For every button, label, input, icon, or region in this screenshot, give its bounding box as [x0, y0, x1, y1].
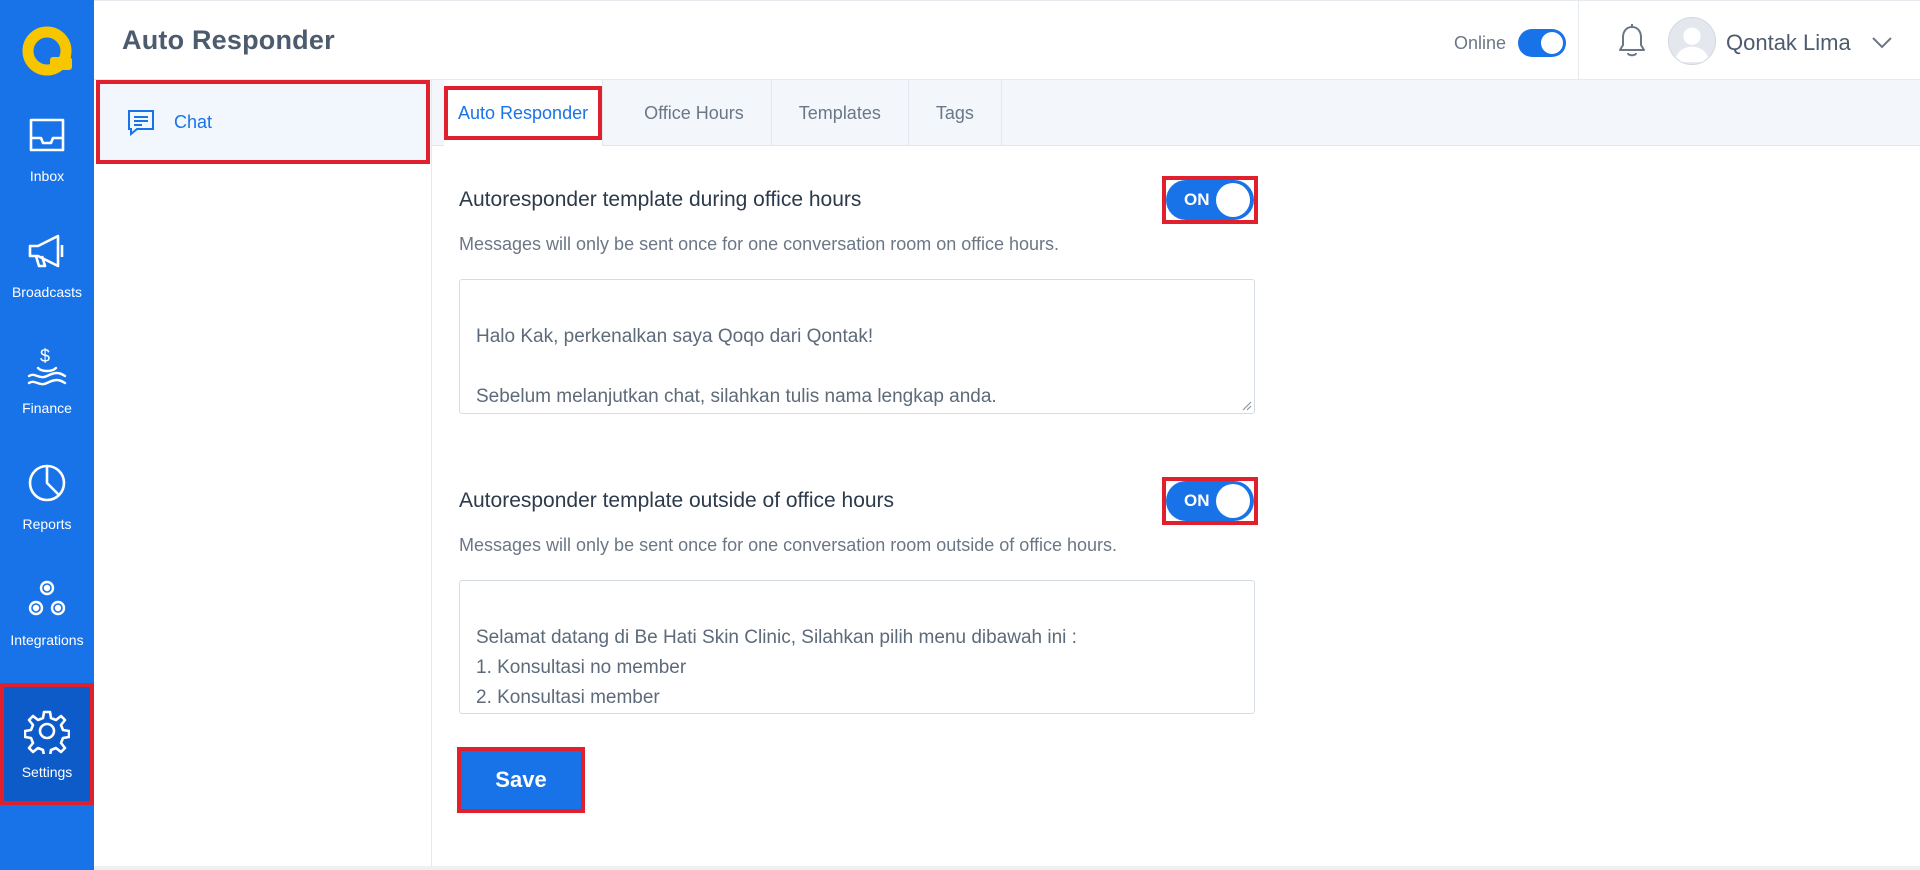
qontak-logo-icon[interactable] [20, 24, 74, 78]
settings-tabs: Auto Responder Office Hours Templates Ta… [432, 80, 1920, 146]
outside-hours-toggle-track: ON [1166, 481, 1254, 521]
chat-icon [128, 110, 154, 137]
avatar-placeholder-icon [1674, 27, 1710, 63]
avatar[interactable] [1668, 17, 1716, 65]
tab-tags[interactable]: Tags [909, 80, 1002, 146]
bottom-divider [94, 866, 1920, 870]
gear-icon [24, 710, 70, 754]
finance-icon: $ [27, 346, 67, 386]
office-hours-toggle-track: ON [1166, 180, 1254, 220]
tab-templates[interactable]: Templates [772, 80, 909, 146]
header-divider [1578, 1, 1579, 81]
online-status: Online [1454, 29, 1567, 57]
tab-tags-label: Tags [935, 102, 974, 123]
nav-settings[interactable]: Settings [0, 683, 94, 805]
tab-office-hours[interactable]: Office Hours [617, 80, 772, 146]
office-hours-toggle-label: ON [1184, 190, 1210, 209]
office-hours-toggle-knob [1216, 183, 1250, 217]
nav-finance[interactable]: $ Finance [0, 322, 94, 438]
outside-hours-message-textarea[interactable]: Selamat datang di Be Hati Skin Clinic, S… [459, 580, 1255, 714]
tab-auto-responder[interactable]: Auto Responder [444, 80, 604, 146]
outside-hours-toggle-label: ON [1184, 491, 1210, 510]
settings-subnav: Chat [94, 80, 432, 870]
chevron-down-icon[interactable] [1870, 33, 1894, 51]
nav-reports[interactable]: Reports [0, 438, 94, 554]
online-toggle[interactable] [1518, 29, 1567, 57]
office-hours-section-title: Autoresponder template during office hou… [459, 188, 862, 211]
nav-integrations[interactable]: Integrations [0, 554, 94, 670]
nav-integrations-label: Integrations [10, 632, 84, 648]
pie-chart-icon [28, 464, 66, 502]
outside-hours-toggle[interactable]: ON [1162, 477, 1258, 525]
main-nav-rail: Inbox Broadcasts $ Finance Reports Integ… [0, 0, 94, 870]
office-hours-message-text: Halo Kak, perkenalkan saya Qoqo dari Qon… [476, 326, 997, 407]
nav-finance-label: Finance [22, 400, 72, 416]
nav-broadcasts[interactable]: Broadcasts [0, 206, 94, 322]
nav-inbox[interactable]: Inbox [0, 90, 94, 206]
inbox-icon [29, 118, 65, 152]
tab-templates-label: Templates [798, 102, 881, 123]
outside-hours-section-title: Autoresponder template outside of office… [459, 489, 895, 512]
top-bar: Auto Responder Online Qontak Lima [94, 0, 1920, 81]
nav-inbox-label: Inbox [29, 168, 65, 184]
integrations-icon [28, 580, 66, 616]
resize-grip-icon[interactable] [1240, 399, 1252, 411]
nav-reports-label: Reports [22, 516, 72, 532]
app-root: Inbox Broadcasts $ Finance Reports Integ… [0, 0, 1920, 870]
nav-broadcasts-label: Broadcasts [11, 284, 83, 300]
nav-settings-label: Settings [21, 764, 73, 780]
office-hours-toggle[interactable]: ON [1162, 176, 1258, 224]
tab-auto-responder-label: Auto Responder [458, 102, 589, 123]
bell-icon[interactable] [1616, 23, 1648, 59]
user-name[interactable]: Qontak Lima [1726, 30, 1851, 56]
office-hours-section-description: Messages will only be sent once for one … [459, 234, 1059, 254]
subnav-item-chat[interactable]: Chat [96, 80, 430, 164]
svg-text:$: $ [40, 346, 50, 366]
save-button[interactable]: Save [457, 747, 585, 813]
page-title: Auto Responder [122, 25, 335, 55]
subnav-item-label: Chat [174, 111, 213, 132]
tab-office-hours-label: Office Hours [644, 102, 744, 123]
megaphone-icon [28, 234, 64, 268]
outside-hours-section-description: Messages will only be sent once for one … [459, 535, 1118, 555]
online-label: Online [1454, 32, 1507, 53]
online-toggle-knob [1541, 32, 1564, 54]
outside-hours-toggle-knob [1216, 484, 1250, 518]
office-hours-message-textarea[interactable]: Halo Kak, perkenalkan saya Qoqo dari Qon… [459, 279, 1255, 414]
outside-hours-message-text: Selamat datang di Be Hati Skin Clinic, S… [476, 627, 1077, 708]
